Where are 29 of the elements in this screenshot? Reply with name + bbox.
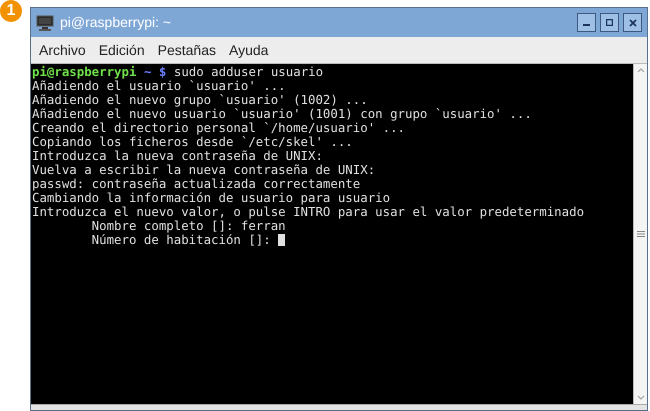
step-badge: 1 — [0, 0, 22, 22]
terminal-line: Nombre completo []: ferran — [90, 219, 286, 233]
terminal-line: Vuelva a escribir la nueva contraseña de UNIX: — [32, 163, 376, 177]
terminal-line: passwd: contraseña actualizada correctamente — [32, 177, 360, 191]
minimize-button[interactable] — [577, 13, 596, 32]
window-title: pi@raspberrypi: ~ — [60, 13, 172, 32]
close-button[interactable] — [623, 13, 642, 32]
menu-item[interactable]: Ayuda — [222, 40, 274, 60]
grip-icon — [636, 231, 644, 237]
prompt-symbol: $ — [158, 65, 166, 79]
monitor-icon — [36, 14, 54, 30]
terminal-line: Introduzca la nueva contraseña de UNIX: — [32, 149, 323, 163]
terminal-line: Añadiendo el nuevo grupo `usuario' (1002) ... — [32, 93, 368, 107]
terminal-line: Creando el directorio personal `/home/usuario' ... — [32, 121, 405, 135]
terminal-line: Introduzca el nuevo valor, o pulse INTRO para usar el valor predeterminado — [32, 205, 584, 219]
terminal-line: Número de habitación []: — [90, 233, 271, 247]
terminal-line: Copiando los ficheros desde `/etc/skel' ... — [32, 135, 353, 149]
command-text: sudo adduser usuario — [174, 65, 324, 79]
maximize-icon — [606, 19, 613, 26]
prompt-user-host: pi@raspberrypi — [32, 65, 136, 79]
terminal-line: Añadiendo el nuevo usuario `usuario' (1001) con grupo `usuario' ... — [32, 107, 532, 121]
menu-item[interactable]: Pestañas — [152, 40, 222, 60]
prompt-path: ~ — [144, 65, 152, 79]
maximize-button[interactable] — [600, 13, 619, 32]
terminal-line: Cambiando la información de usuario para usuario — [32, 191, 390, 205]
menu-item[interactable]: Edición — [92, 40, 151, 60]
terminal-line: Añadiendo el usuario `usuario' ... — [32, 79, 286, 93]
close-icon — [628, 18, 636, 26]
menu-item[interactable]: Archivo — [33, 40, 92, 60]
